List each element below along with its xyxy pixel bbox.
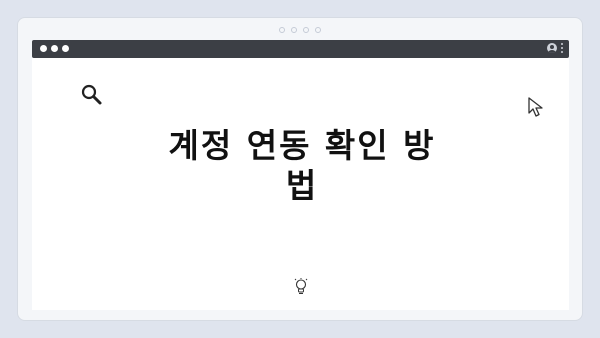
pager-dot[interactable]: [291, 27, 297, 33]
window-dot-icon[interactable]: [62, 45, 69, 52]
browser-titlebar: [32, 40, 569, 58]
lightbulb-icon: [294, 278, 308, 294]
pager-dot[interactable]: [279, 27, 285, 33]
window-controls: [40, 45, 69, 52]
pager-dot[interactable]: [315, 27, 321, 33]
window-dot-icon[interactable]: [51, 45, 58, 52]
pager-dot[interactable]: [303, 27, 309, 33]
browser-content: 계정 연동 확인 방법: [32, 58, 569, 310]
search-icon[interactable]: [80, 83, 104, 107]
page-title: 계정 연동 확인 방법: [168, 126, 436, 205]
titlebar-actions: [547, 43, 563, 53]
pager-dots: [18, 27, 582, 33]
window-dot-icon[interactable]: [40, 45, 47, 52]
cursor-icon: [528, 97, 543, 117]
user-icon[interactable]: [547, 43, 557, 53]
kebab-menu-icon[interactable]: [561, 43, 563, 53]
